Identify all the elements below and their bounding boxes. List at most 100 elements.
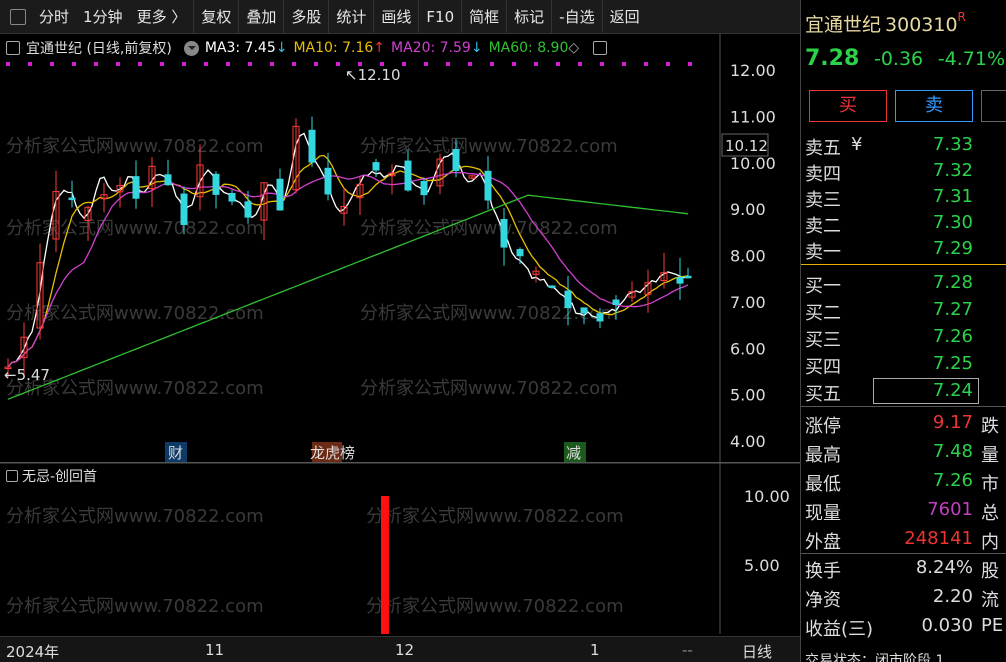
candle[interactable] <box>52 170 60 253</box>
candle[interactable] <box>68 180 76 208</box>
stat-value: 248141 <box>904 528 973 549</box>
stats-button[interactable]: 统计 <box>328 0 373 34</box>
sell-button[interactable]: 卖 <box>895 90 973 122</box>
remove-watchlist-button[interactable]: -自选 <box>551 0 601 34</box>
overlay-button[interactable]: 叠加 <box>238 0 283 34</box>
candle[interactable] <box>164 159 172 186</box>
watermark-text: 分析家公式网www.70822.com <box>360 378 618 399</box>
bid-row[interactable]: 买三 7.26 <box>801 324 1006 351</box>
draw-line-button[interactable]: 画线 <box>373 0 418 34</box>
signal-dot <box>468 62 472 66</box>
legend-toggle-icon[interactable] <box>6 41 20 55</box>
stat-label: 涨停 <box>805 416 841 437</box>
stat-value: 9.17 <box>932 412 973 433</box>
stat-label: 换手 <box>805 561 841 582</box>
mark-button[interactable]: 标记 <box>506 0 551 34</box>
bid-label: 买四 <box>805 357 841 378</box>
stat-row: 净资 2.20 流 <box>801 585 1006 611</box>
stat-value: 2.20 <box>932 586 973 607</box>
period-selector[interactable]: 日线 <box>742 641 772 662</box>
fuquan-button[interactable]: 复权 <box>193 0 238 34</box>
signal-dot <box>72 62 76 66</box>
ask-row[interactable]: 卖五 ¥ 7.33 <box>801 132 1006 159</box>
ask-row[interactable]: 卖四 7.32 <box>801 158 1006 185</box>
stat-label: 净资 <box>805 590 841 611</box>
settings-icon[interactable] <box>183 40 199 56</box>
signal-dot <box>160 62 164 66</box>
candle[interactable] <box>676 257 684 300</box>
candle[interactable] <box>324 152 332 201</box>
current-price-tag: 10.12 <box>725 137 768 155</box>
stat-side: 跌 <box>981 416 999 437</box>
indicator-name: 无忌-创回首 <box>22 469 98 485</box>
candle[interactable] <box>484 155 492 210</box>
signal-dot <box>182 62 186 66</box>
back-button[interactable]: 返回 <box>601 0 647 34</box>
candle[interactable] <box>308 116 316 167</box>
candle[interactable] <box>684 267 692 279</box>
stat-label: 外盘 <box>805 532 841 553</box>
candle[interactable] <box>532 266 540 283</box>
tab-timeshare[interactable]: 分时 <box>32 0 76 34</box>
price-tick: 9.00 <box>730 200 766 219</box>
candle[interactable] <box>500 207 508 266</box>
bid-row[interactable]: 买四 7.25 <box>801 351 1006 378</box>
bid-label: 买三 <box>805 330 841 351</box>
candle[interactable] <box>660 252 668 289</box>
cai-marker[interactable]: 财 <box>168 444 183 462</box>
indicator-toggle-icon[interactable] <box>6 470 18 482</box>
candle[interactable] <box>420 178 428 205</box>
watermark-text: 分析家公式网www.70822.com <box>6 506 264 527</box>
f10-button[interactable]: F10 <box>418 0 461 34</box>
indicator-chart[interactable]: 分析家公式网www.70822.com 分析家公式网www.70822.com 分析… <box>0 462 800 634</box>
multi-stock-button[interactable]: 多股 <box>283 0 328 34</box>
candle[interactable] <box>628 281 636 302</box>
jian-marker[interactable]: 减 <box>566 444 581 462</box>
date-scroll-handle[interactable]: -- <box>682 641 693 659</box>
signal-dot <box>28 62 32 66</box>
ask-row[interactable]: 卖一 7.29 <box>801 236 1006 263</box>
candle[interactable] <box>276 168 284 211</box>
high-label: ↖12.10 <box>345 66 401 84</box>
watermark-text: 分析家公式网www.70822.com <box>6 596 264 617</box>
ma3-line <box>7 132 689 368</box>
candle[interactable] <box>148 157 156 208</box>
stat-value: 7.48 <box>932 441 973 462</box>
tab-1min[interactable]: 1分钟 <box>76 0 130 34</box>
checkbox-icon[interactable] <box>10 8 26 25</box>
signal-dot <box>556 62 560 66</box>
kline-chart[interactable]: 分析家公式网www.70822.com 分析家公式网www.70822.com 分析… <box>0 34 800 464</box>
indicator-legend: 无忌-创回首 <box>6 466 97 486</box>
signal-bar[interactable] <box>381 496 389 634</box>
bang-marker[interactable]: 龙虎榜 <box>310 444 355 462</box>
signal-dot <box>490 62 494 66</box>
simple-frame-button[interactable]: 简框 <box>461 0 506 34</box>
ask-row[interactable]: 卖三 7.31 <box>801 184 1006 211</box>
candle[interactable] <box>340 187 348 226</box>
bid-row[interactable]: 买二 7.27 <box>801 297 1006 324</box>
candle[interactable] <box>228 189 236 206</box>
indicator-tick: 5.00 <box>744 556 780 575</box>
bid-label: 买五 <box>805 384 841 405</box>
candle[interactable] <box>212 171 220 209</box>
ask-price: 7.31 <box>932 186 973 207</box>
candle[interactable] <box>132 160 140 209</box>
more-trade-button[interactable] <box>981 90 1006 122</box>
legend-close-icon[interactable] <box>593 41 608 55</box>
candle[interactable] <box>372 158 380 178</box>
candle[interactable] <box>516 247 524 265</box>
candle[interactable] <box>644 269 652 313</box>
buy-button[interactable]: 买 <box>809 90 887 122</box>
bid-row[interactable]: 买一 7.28 <box>801 270 1006 297</box>
price-tick: 7.00 <box>730 293 766 312</box>
ask-row[interactable]: 卖二 7.30 <box>801 210 1006 237</box>
bid-price: 7.26 <box>932 326 973 347</box>
signal-dot <box>270 62 274 66</box>
ask-label: 卖二 <box>805 216 841 237</box>
stock-code: 300310 <box>885 14 958 36</box>
signal-dot <box>226 62 230 66</box>
signal-dot <box>512 62 516 66</box>
ma10-label: MA10: 7.16↑ <box>293 40 386 56</box>
more-menu[interactable]: 更多 〉 <box>130 0 194 34</box>
bid-price: 7.25 <box>932 353 973 374</box>
